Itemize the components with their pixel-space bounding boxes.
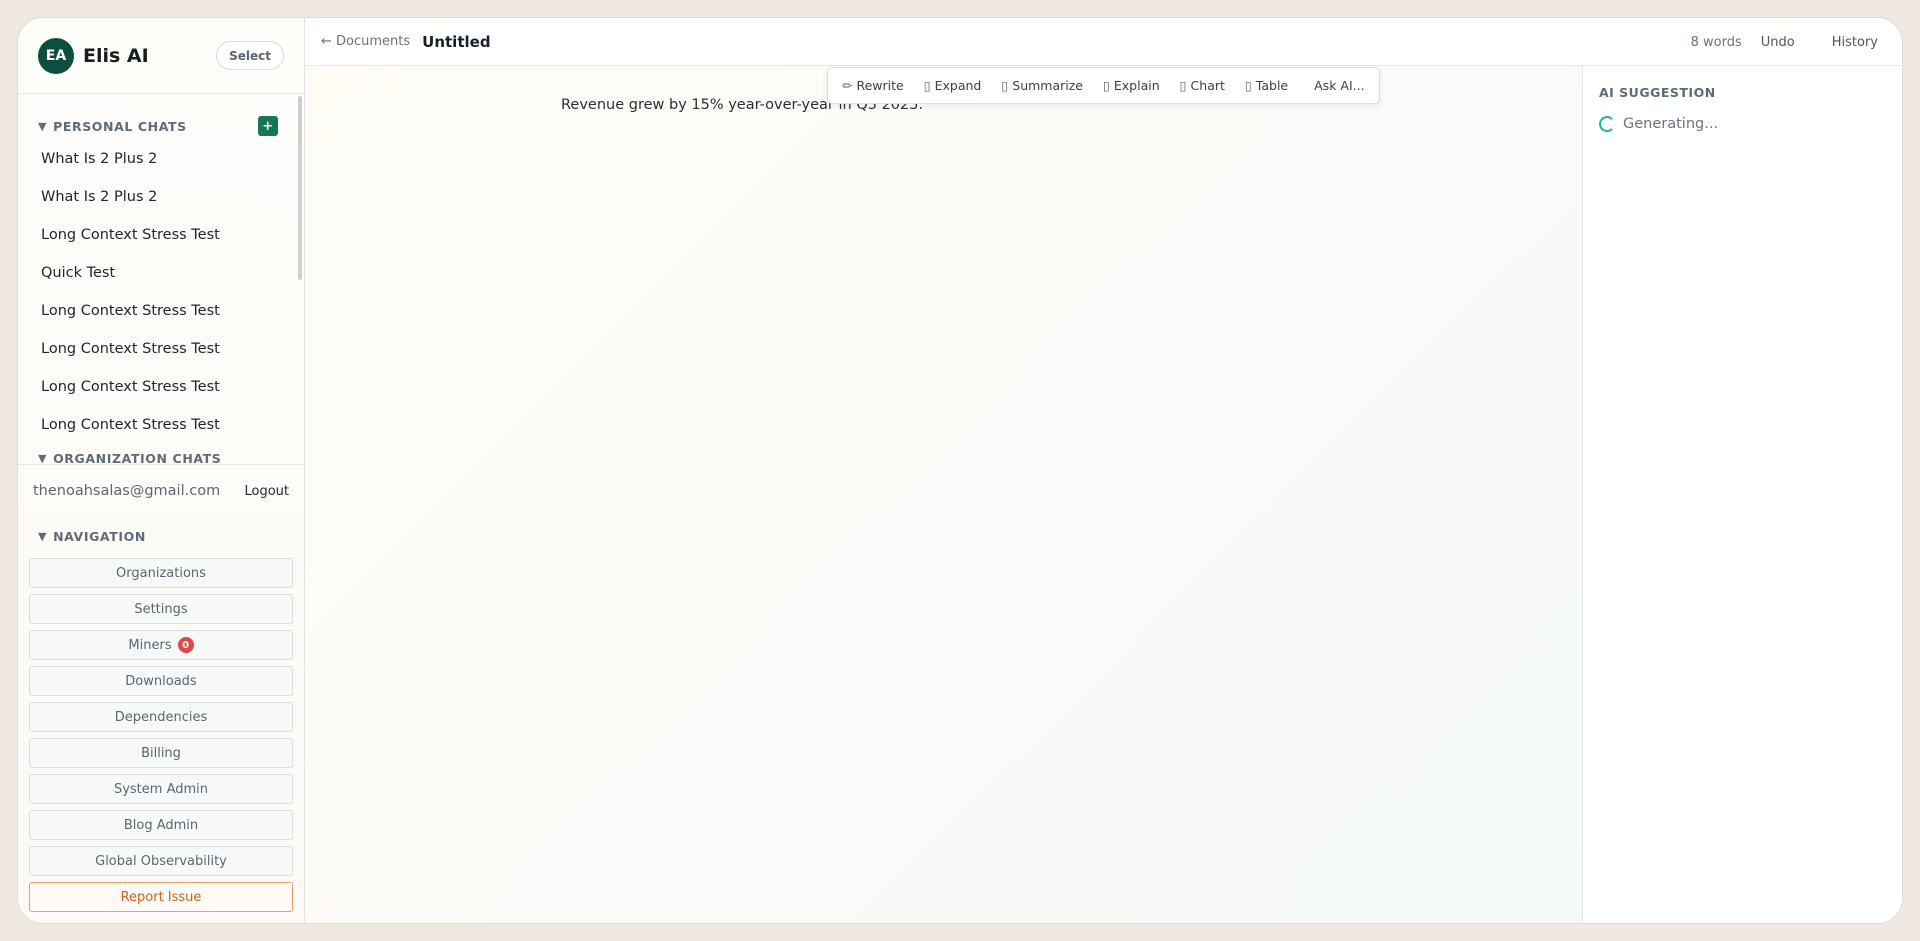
expand-label: Expand xyxy=(934,78,982,93)
nav-label: Settings xyxy=(134,601,188,617)
nav-label: Dependencies xyxy=(114,709,208,725)
chat-item[interactable]: Long Context Stress Test xyxy=(18,330,304,368)
chart-icon: ▯ xyxy=(1179,78,1187,93)
loading-spinner-icon xyxy=(1599,116,1615,132)
nav-system-admin[interactable]: System Admin xyxy=(29,774,293,804)
content-row: Revenue grew by 15% year-over-year in Q3… xyxy=(305,66,1902,923)
pencil-icon: ✏ xyxy=(842,78,853,93)
nav-billing[interactable]: Billing xyxy=(29,738,293,768)
expand-button[interactable]: ▯ Expand xyxy=(924,78,982,93)
generating-text: Generating... xyxy=(1623,116,1719,132)
select-button[interactable]: Select xyxy=(216,41,284,70)
ai-suggestion-panel: AI SUGGESTION Generating... xyxy=(1582,66,1902,923)
table-label: Table xyxy=(1255,78,1289,93)
rewrite-button[interactable]: ✏ Rewrite xyxy=(842,78,904,93)
table-icon: ▯ xyxy=(1244,78,1252,93)
explain-icon: ▯ xyxy=(1103,78,1110,93)
navigation-header[interactable]: ▼ NAVIGATION xyxy=(18,522,304,550)
brand-header: EA Elis AI Select xyxy=(18,18,304,94)
personal-chats-title: PERSONAL CHATS xyxy=(53,118,187,134)
ai-suggestion-title: AI SUGGESTION xyxy=(1599,85,1716,100)
chat-item[interactable]: Long Context Stress Test xyxy=(18,406,304,444)
nav-settings[interactable]: Settings xyxy=(29,594,293,624)
expand-icon: ▯ xyxy=(923,78,931,93)
document-title[interactable]: Untitled xyxy=(422,33,490,51)
miners-count-badge: 0 xyxy=(177,637,194,653)
back-to-documents-link[interactable]: ← Documents xyxy=(321,34,410,49)
nav-label: System Admin xyxy=(113,781,209,797)
nav-dependencies[interactable]: Dependencies xyxy=(29,702,293,732)
logout-button[interactable]: Logout xyxy=(244,484,289,499)
app-window: EA Elis AI Select ▼ PERSONAL CHATS + Wha… xyxy=(17,17,1903,924)
sidebar: EA Elis AI Select ▼ PERSONAL CHATS + Wha… xyxy=(18,18,305,923)
document-editor[interactable]: Revenue grew by 15% year-over-year in Q3… xyxy=(305,66,1582,923)
chat-item[interactable]: Quick Test xyxy=(18,254,304,292)
chat-item[interactable]: What Is 2 Plus 2 xyxy=(18,178,304,216)
nav-blog-admin[interactable]: Blog Admin xyxy=(29,810,293,840)
nav-label: Organizations xyxy=(116,565,206,581)
nav-miners[interactable]: Miners 0 xyxy=(29,630,293,660)
undo-button[interactable]: Undo xyxy=(1761,35,1795,50)
chart-button[interactable]: ▯ Chart xyxy=(1180,78,1225,93)
nav-organizations[interactable]: Organizations xyxy=(29,558,293,588)
navigation-list: Organizations Settings Miners 0 Downloads… xyxy=(18,550,304,918)
personal-chats-header[interactable]: ▼ PERSONAL CHATS + xyxy=(18,112,304,140)
nav-label: Downloads xyxy=(125,673,197,689)
nav-label: Billing xyxy=(141,745,181,761)
avatar: EA xyxy=(38,37,74,74)
summarize-button[interactable]: ▯ Summarize xyxy=(1001,78,1083,93)
user-row: thenoahsalas@gmail.com Logout xyxy=(18,465,304,517)
report-issue-button[interactable]: Report Issue xyxy=(29,882,293,912)
chat-list-scroll[interactable]: ▼ PERSONAL CHATS + What Is 2 Plus 2 What… xyxy=(18,94,304,465)
chat-item[interactable]: What Is 2 Plus 2 xyxy=(18,140,304,178)
sidebar-scrollbar[interactable] xyxy=(298,96,302,280)
navigation-title: NAVIGATION xyxy=(53,528,146,544)
collapse-triangle-icon: ▼ xyxy=(38,529,48,543)
chart-label: Chart xyxy=(1190,78,1225,93)
nav-label: Global Observability xyxy=(95,853,227,869)
history-button[interactable]: History xyxy=(1832,35,1878,50)
nav-downloads[interactable]: Downloads xyxy=(29,666,293,696)
nav-global-observability[interactable]: Global Observability xyxy=(29,846,293,876)
rewrite-label: Rewrite xyxy=(856,78,904,93)
main-area: ← Documents Untitled 8 words Undo Histor… xyxy=(305,18,1902,923)
chat-item[interactable]: Long Context Stress Test xyxy=(18,292,304,330)
chat-item[interactable]: Long Context Stress Test xyxy=(18,216,304,254)
collapse-triangle-icon: ▼ xyxy=(38,451,48,465)
nav-label: Blog Admin xyxy=(123,817,199,833)
chat-item[interactable]: Long Context Stress Test xyxy=(18,368,304,406)
ai-action-toolbar: ✏ Rewrite ▯ Expand ▯ Summarize ▯ Explain ▯ Ch… xyxy=(827,67,1380,104)
add-chat-button[interactable]: + xyxy=(258,116,278,136)
summarize-icon: ▯ xyxy=(1001,78,1009,93)
nav-label: Miners xyxy=(128,637,172,653)
organization-chats-title: ORGANIZATION CHATS xyxy=(53,450,222,465)
table-button[interactable]: ▯ Table xyxy=(1245,78,1288,93)
word-count: 8 words xyxy=(1690,34,1742,50)
summarize-label: Summarize xyxy=(1012,78,1083,93)
document-topbar: ← Documents Untitled 8 words Undo Histor… xyxy=(305,18,1902,66)
topbar-actions: 8 words Undo History xyxy=(1691,18,1878,66)
brand-name: Elis AI xyxy=(83,44,149,67)
ask-ai-button[interactable]: Ask AI... xyxy=(1314,78,1364,93)
explain-button[interactable]: ▯ Explain xyxy=(1103,78,1160,93)
generating-status: Generating... xyxy=(1599,116,1886,132)
collapse-triangle-icon: ▼ xyxy=(38,119,48,133)
user-email: thenoahsalas@gmail.com xyxy=(33,483,221,499)
organization-chats-header[interactable]: ▼ ORGANIZATION CHATS xyxy=(18,444,304,465)
explain-label: Explain xyxy=(1113,78,1160,93)
